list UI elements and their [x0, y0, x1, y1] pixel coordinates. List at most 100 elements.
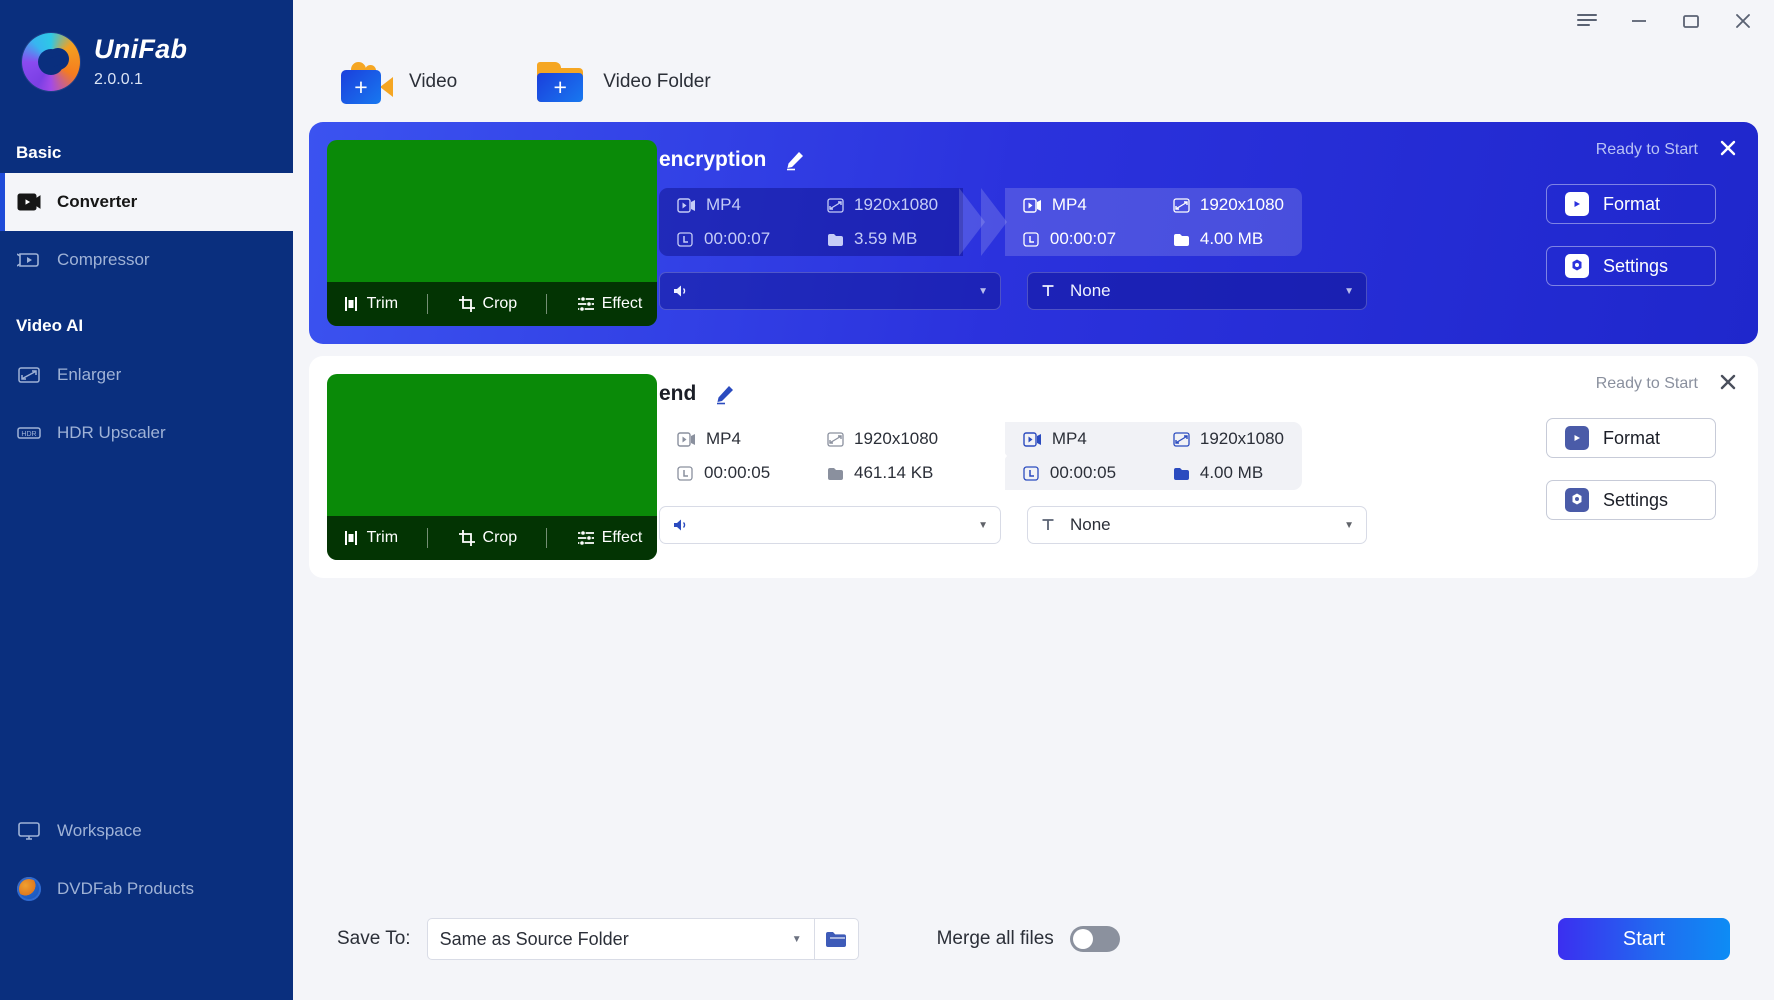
target-size: 4.00 MB: [1173, 229, 1284, 249]
duration-icon: [677, 465, 693, 481]
task-actions: Ready to Start Format Settings: [1528, 122, 1758, 344]
task-actions: Ready to Start Format Settings: [1528, 356, 1758, 578]
browse-folder-button[interactable]: [814, 918, 859, 960]
sidebar-item-converter[interactable]: Converter: [0, 173, 293, 231]
crop-button[interactable]: Crop: [458, 295, 517, 313]
start-button[interactable]: Start: [1558, 918, 1730, 960]
sidebar-item-enlarger[interactable]: Enlarger: [0, 346, 293, 404]
audio-icon: [674, 519, 686, 531]
target-resolution-value: 1920x1080: [1199, 195, 1284, 214]
subtitle-text-icon: [1042, 285, 1054, 296]
file-name-row: encryption: [659, 148, 1528, 172]
settings-button[interactable]: Settings: [1546, 246, 1716, 286]
menu-icon[interactable]: [1572, 6, 1602, 36]
source-format: MP4: [677, 429, 827, 449]
subtitle-text-icon: [1042, 519, 1054, 530]
format-button-label: Format: [1603, 193, 1661, 214]
target-size-value: 4.00 MB: [1199, 463, 1264, 482]
trim-button[interactable]: Trim: [342, 295, 398, 313]
format-button-label: Format: [1603, 427, 1661, 448]
maximize-icon[interactable]: [1676, 6, 1706, 36]
svg-text:HDR: HDR: [21, 431, 36, 438]
conversion-spec-strip: MP4 1920x1080 00:00:05 461.14 KB MP4 192…: [659, 422, 1302, 490]
effect-icon: [577, 530, 594, 546]
bottom-bar: Save To: Same as Source Folder ▼ Merge a…: [293, 878, 1774, 1000]
chevron-right-icon: [958, 188, 1007, 256]
merge-all-files-toggle[interactable]: [1069, 926, 1120, 952]
chevron-right-icon: [958, 422, 1007, 490]
divider: [427, 528, 429, 548]
subtitle-track-value: None: [1070, 281, 1111, 300]
audio-icon: [674, 285, 686, 297]
source-size-value: 461.14 KB: [854, 463, 934, 482]
effect-button[interactable]: Effect: [577, 529, 643, 547]
audio-track-select[interactable]: ▼: [659, 272, 1001, 310]
folder-icon: [826, 931, 847, 947]
remove-task-icon[interactable]: [1718, 138, 1738, 162]
thumbnail-action-bar: Trim Crop Effect: [327, 516, 657, 560]
minimize-icon[interactable]: [1624, 6, 1654, 36]
source-format-value: MP4: [706, 195, 741, 214]
track-selectors: ▼ None ▼: [659, 506, 1528, 544]
gear-icon: [1565, 254, 1589, 278]
conversion-spec-strip: MP4 1920x1080 00:00:07 3.59 MB MP4 1920x…: [659, 188, 1302, 256]
add-video-folder-button[interactable]: + Video Folder: [535, 60, 711, 104]
merge-all-files-label: Merge all files: [936, 928, 1054, 949]
close-icon[interactable]: [1728, 6, 1758, 36]
resolution-icon: [1173, 197, 1190, 213]
sidebar-group-basic: Basic: [16, 143, 62, 162]
gear-icon: [1565, 488, 1589, 512]
subtitle-track-select[interactable]: None ▼: [1027, 272, 1367, 310]
subtitle-track-select[interactable]: None ▼: [1027, 506, 1367, 544]
filesize-icon: [828, 467, 843, 480]
sidebar-item-hdr-upscaler[interactable]: HDR HDR Upscaler: [0, 404, 293, 462]
settings-button[interactable]: Settings: [1546, 480, 1716, 520]
edit-icon[interactable]: [714, 383, 736, 405]
hdr-icon: HDR: [16, 420, 42, 446]
duration-icon: [677, 231, 693, 247]
duration-icon: [1023, 231, 1039, 247]
video-thumbnail[interactable]: Trim Crop Effect: [327, 374, 657, 560]
source-resolution: 1920x1080: [827, 429, 945, 449]
task-card[interactable]: Trim Crop Effect: [309, 122, 1758, 344]
save-to-select[interactable]: Same as Source Folder ▼: [426, 918, 815, 960]
target-duration-value: 00:00:07: [1049, 229, 1117, 248]
conversion-arrow: [958, 422, 1007, 490]
source-size: 3.59 MB: [827, 229, 945, 249]
source-duration: 00:00:07: [677, 229, 827, 249]
sidebar-item-label: HDR Upscaler: [57, 423, 166, 442]
monitor-icon: [16, 818, 42, 844]
chevron-down-icon: ▼: [978, 519, 988, 531]
format-icon: [1565, 426, 1589, 450]
remove-task-icon[interactable]: [1718, 372, 1738, 396]
enlarge-icon: [16, 362, 42, 388]
sidebar-item-label: Workspace: [57, 821, 142, 840]
sidebar-bottom-group: Workspace DVDFab Products: [0, 802, 293, 918]
format-button[interactable]: Format: [1546, 184, 1716, 224]
video-thumbnail[interactable]: Trim Crop Effect: [327, 140, 657, 326]
compress-icon: [16, 247, 42, 273]
thumbnail-wrap: Trim Crop Effect: [309, 356, 657, 578]
file-name: encryption: [659, 148, 767, 171]
effect-label: Effect: [601, 529, 643, 546]
target-resolution: 1920x1080: [1173, 429, 1284, 449]
edit-icon[interactable]: [784, 149, 806, 171]
sidebar-item-workspace[interactable]: Workspace: [0, 802, 293, 860]
crop-button[interactable]: Crop: [458, 529, 517, 547]
source-spec: MP4 1920x1080 00:00:05 461.14 KB: [659, 422, 963, 490]
audio-track-select[interactable]: ▼: [659, 506, 1001, 544]
format-button[interactable]: Format: [1546, 418, 1716, 458]
sidebar-item-dvdfab-products[interactable]: DVDFab Products: [0, 860, 293, 918]
add-video-button[interactable]: + Video: [341, 60, 457, 104]
source-duration-value: 00:00:07: [704, 229, 771, 248]
sidebar-item-compressor[interactable]: Compressor: [0, 231, 293, 289]
chevron-down-icon: ▼: [1344, 519, 1354, 531]
app-window: UniFab 2.0.0.1 Basic Converter Compresso…: [0, 0, 1774, 1000]
task-list: Trim Crop Effect encryption MP4 1920x108…: [293, 104, 1774, 578]
crop-icon: [458, 530, 475, 546]
trim-button[interactable]: Trim: [342, 529, 398, 547]
task-card[interactable]: Trim Crop Effect: [309, 356, 1758, 578]
format-icon: [677, 197, 695, 213]
effect-button[interactable]: Effect: [577, 295, 642, 313]
divider: [546, 528, 548, 548]
